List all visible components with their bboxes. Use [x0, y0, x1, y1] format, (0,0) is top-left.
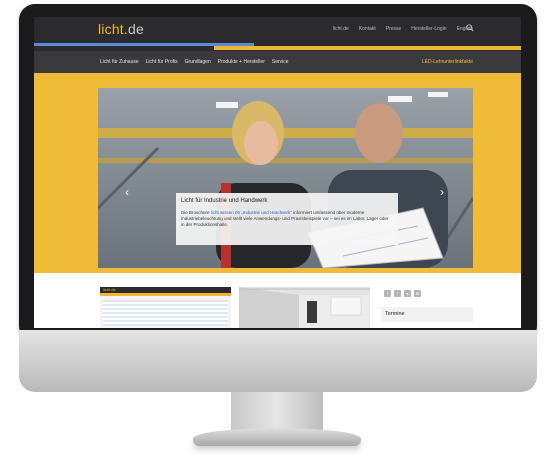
site-header: licht.de licht.de Kontakt Presse Herstel…: [34, 17, 521, 41]
teaser-card-logo: licht.de: [103, 287, 116, 292]
carousel-prev-arrow[interactable]: ‹: [125, 185, 129, 199]
logo-suffix: .de: [123, 21, 144, 37]
teaser-room-image: [239, 287, 370, 328]
utility-link-licht[interactable]: licht.de: [333, 26, 349, 32]
nav-item-profis[interactable]: Licht für Profis: [146, 59, 178, 65]
utility-nav: licht.de Kontakt Presse Hersteller-Login…: [333, 26, 473, 32]
utility-link-kontakt[interactable]: Kontakt: [359, 26, 376, 32]
teaser-card-website[interactable]: licht.de: [100, 287, 231, 328]
nav-cta-link[interactable]: LED-Lehrunterlinkfakte: [422, 59, 473, 65]
nav-item-zuhause[interactable]: Licht für Zuhause: [100, 59, 139, 65]
hero-caption-title: Licht für Industrie und Handwerk: [181, 198, 268, 204]
user-icon[interactable]: ●: [404, 290, 411, 297]
caption-brochure-link[interactable]: licht.wissen 05 „Industrie und Handwerk“: [211, 210, 292, 215]
caption-text-pre: Die Broschüre: [181, 210, 211, 215]
sidebar-box: f t ● ✉ Termine: [381, 287, 473, 328]
hero-banner: ‹ › Licht für Industrie und Handwerk Die…: [34, 73, 521, 273]
termine-label: Termine: [385, 311, 405, 317]
termine-heading-box[interactable]: Termine: [381, 307, 473, 322]
teaser-card-stripe: [100, 293, 231, 296]
gold-stripe: [214, 46, 521, 50]
hero-caption-text: Die Broschüre licht.wissen 05 „Industrie…: [181, 210, 393, 228]
header-color-stripes: [34, 41, 521, 51]
teaser-card-room[interactable]: [239, 287, 370, 328]
teaser-card-table: [103, 300, 228, 326]
mail-icon[interactable]: ✉: [414, 290, 421, 297]
nav-item-produkte[interactable]: Produkte + Hersteller: [218, 59, 265, 65]
search-icon[interactable]: [466, 24, 474, 32]
monitor-chin: [19, 330, 537, 392]
nav-item-grundlagen[interactable]: Grundlagen: [185, 59, 211, 65]
logo-text: licht: [98, 21, 124, 37]
monitor-stand-base: [193, 428, 361, 446]
nav-item-service[interactable]: Service: [272, 59, 289, 65]
main-nav: Licht für Zuhause Licht für Profis Grund…: [34, 51, 521, 73]
utility-link-hersteller-login[interactable]: Hersteller-Login: [411, 26, 446, 32]
hero-caption-box: Licht für Industrie und Handwerk Die Bro…: [176, 193, 398, 245]
site-logo[interactable]: licht.de: [98, 21, 144, 37]
carousel-next-arrow[interactable]: ›: [440, 185, 444, 199]
utility-link-presse[interactable]: Presse: [386, 26, 402, 32]
monitor-stand-neck: [231, 392, 323, 432]
social-icons: f t ● ✉: [384, 290, 421, 297]
content-teasers: licht.de f t ● ✉ Termine: [34, 273, 521, 328]
twitter-icon[interactable]: t: [394, 290, 401, 297]
facebook-icon[interactable]: f: [384, 290, 391, 297]
browser-screen: licht.de licht.de Kontakt Presse Herstel…: [34, 17, 521, 328]
